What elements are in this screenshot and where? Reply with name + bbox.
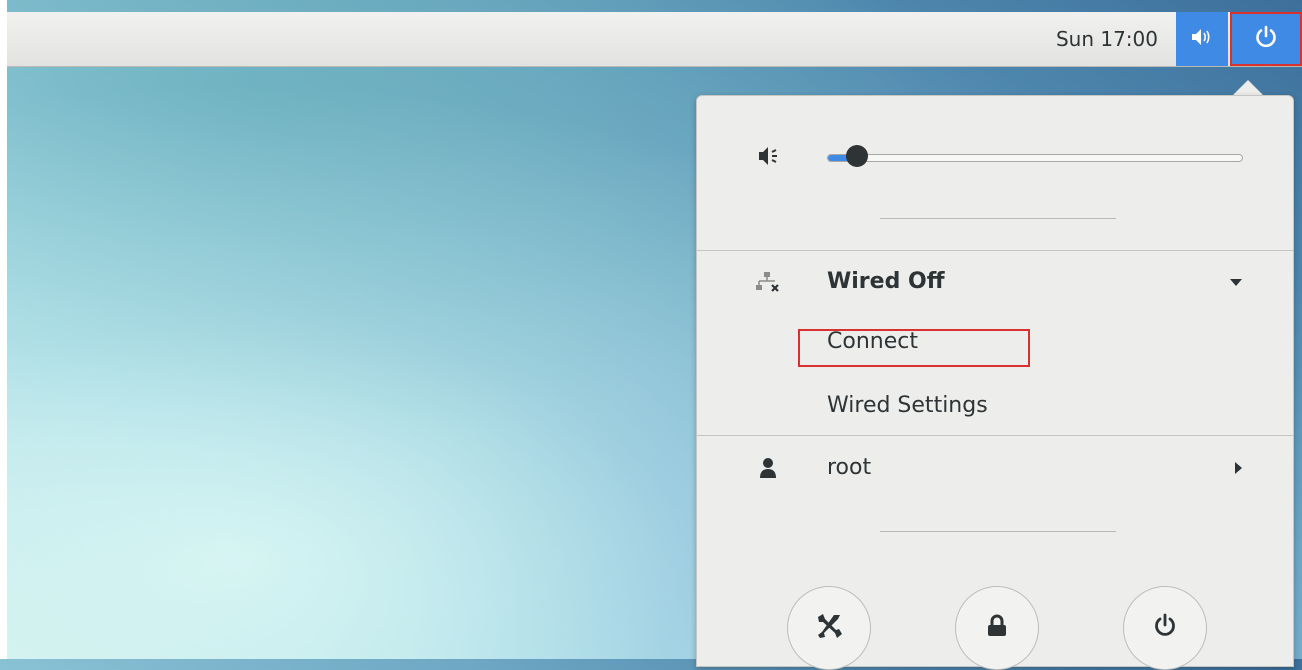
settings-tools-icon	[814, 611, 844, 645]
top-bar: Sun 17:00	[7, 12, 1302, 67]
separator	[880, 218, 1116, 219]
wired-network-row[interactable]: Wired Off	[697, 256, 1293, 308]
volume-high-icon	[1191, 28, 1213, 50]
submenu-arrow-icon	[1233, 442, 1243, 494]
volume-row	[757, 140, 1243, 172]
user-row[interactable]: root	[697, 442, 1293, 494]
user-icon	[753, 442, 783, 494]
power-icon	[1254, 25, 1278, 53]
power-off-button[interactable]	[1123, 586, 1207, 670]
settings-button[interactable]	[787, 586, 871, 670]
power-icon	[1152, 613, 1178, 643]
volume-slider[interactable]	[827, 154, 1243, 162]
clock[interactable]: Sun 17:00	[1056, 24, 1158, 54]
screen-edge	[0, 0, 7, 659]
system-menu: Wired Off Connect Wired Settings root	[696, 95, 1294, 670]
separator	[880, 531, 1116, 532]
volume-indicator[interactable]	[1176, 12, 1228, 66]
wired-disconnected-icon	[753, 256, 783, 308]
separator	[697, 435, 1293, 436]
audio-volume-low-icon	[757, 145, 783, 171]
wired-settings-menu-item[interactable]: Wired Settings	[827, 388, 988, 424]
expand-arrow-icon	[1229, 256, 1243, 308]
volume-slider-handle[interactable]	[845, 145, 868, 167]
wired-status-label: Wired Off	[827, 269, 945, 294]
lock-icon	[986, 614, 1008, 642]
user-name: root	[827, 455, 872, 480]
separator	[697, 250, 1293, 251]
menu-pointer	[1232, 80, 1264, 96]
highlight-box	[798, 329, 1030, 367]
lock-button[interactable]	[955, 586, 1039, 670]
system-menu-button[interactable]	[1230, 12, 1302, 66]
